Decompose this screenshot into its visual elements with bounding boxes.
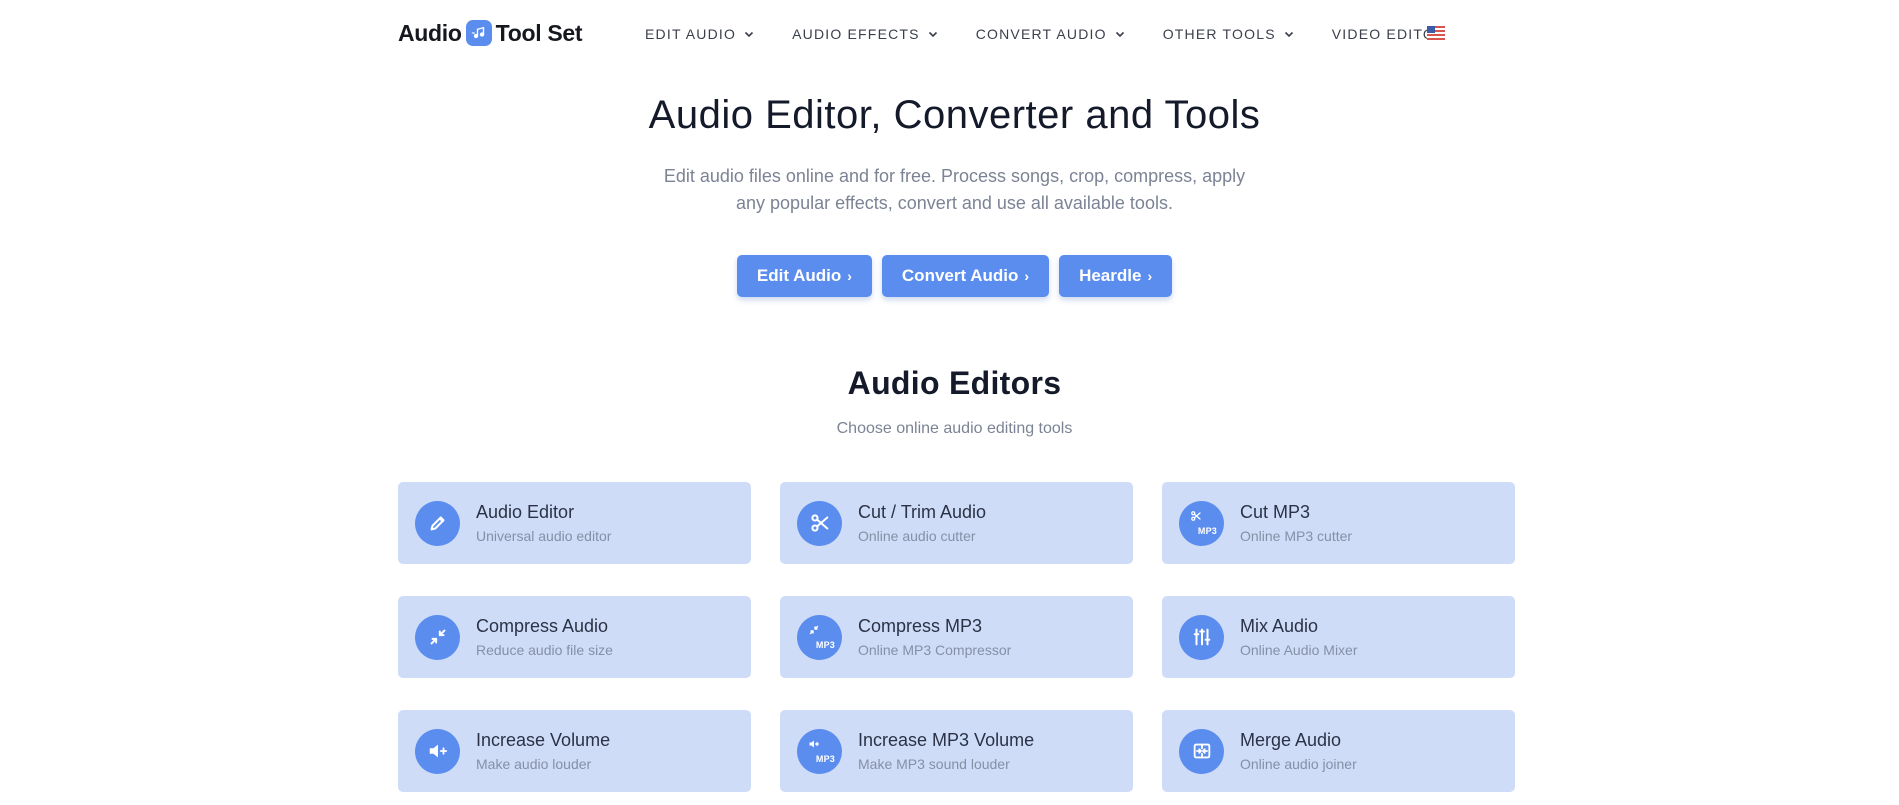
tool-title: Cut / Trim Audio bbox=[858, 502, 987, 522]
section-title: Audio Editors bbox=[847, 365, 1062, 401]
chevron-down-icon bbox=[745, 31, 754, 38]
tool-description: Online MP3 Compressor bbox=[858, 642, 1012, 658]
volume-plus-mp3-icon: MP3 bbox=[797, 728, 842, 774]
tool-card-increase-mp3-volume[interactable]: MP3 Increase MP3 Volume Make MP3 sound l… bbox=[780, 710, 1133, 792]
tool-description: Online Audio Mixer bbox=[1240, 642, 1358, 658]
tool-title: Mix Audio bbox=[1240, 616, 1319, 636]
main-nav: EDIT AUDIO AUDIO EFFECTS CONVERT AUDIO O… bbox=[645, 22, 1483, 46]
tool-card-compress-mp3[interactable]: MP3 Compress MP3 Online MP3 Compressor bbox=[780, 596, 1133, 678]
tool-description: Online audio joiner bbox=[1240, 756, 1357, 772]
convert-audio-button[interactable]: Convert Audio › bbox=[881, 255, 1050, 297]
us-flag-icon[interactable] bbox=[1427, 26, 1445, 40]
chevron-right-icon: › bbox=[847, 268, 852, 284]
tool-description: Make audio louder bbox=[476, 756, 592, 772]
scissors-mp3-icon: MP3 bbox=[1179, 500, 1224, 546]
merge-icon bbox=[1179, 728, 1224, 774]
site-logo[interactable]: Audio Tool Set bbox=[398, 18, 583, 48]
tool-title: Compress Audio bbox=[476, 616, 609, 636]
tool-card-mix-audio[interactable]: Mix Audio Online Audio Mixer bbox=[1162, 596, 1515, 678]
hero-buttons: Edit Audio › Convert Audio › Heardle › bbox=[0, 255, 1899, 297]
mp3-badge: MP3 bbox=[1197, 525, 1217, 536]
nav-audio-effects[interactable]: AUDIO EFFECTS bbox=[792, 26, 939, 42]
hero-subtitle: Edit audio files online and for free. Pr… bbox=[0, 163, 1899, 217]
tool-title: Increase Volume bbox=[476, 730, 611, 750]
button-label: Edit Audio bbox=[756, 266, 842, 285]
button-label: Convert Audio bbox=[901, 266, 1019, 285]
sliders-icon bbox=[1179, 614, 1224, 660]
tool-title: Cut MP3 bbox=[1240, 502, 1311, 522]
compress-mp3-icon: MP3 bbox=[797, 614, 842, 660]
button-label: Heardle bbox=[1079, 266, 1142, 285]
hero-subtitle-line: any popular effects, convert and use all… bbox=[736, 193, 1173, 213]
tool-description: Make MP3 sound louder bbox=[858, 756, 1010, 772]
tool-description: Online audio cutter bbox=[858, 528, 976, 544]
music-note-logo-icon bbox=[465, 20, 492, 46]
edit-audio-button[interactable]: Edit Audio › bbox=[736, 255, 872, 297]
volume-plus-icon bbox=[415, 728, 460, 774]
site-header: Audio Tool Set EDIT AUDIO AUDIO EFFECTS … bbox=[0, 0, 1899, 66]
tool-card-compress-audio[interactable]: Compress Audio Reduce audio file size bbox=[398, 596, 751, 678]
tool-card-cut-trim-audio[interactable]: Cut / Trim Audio Online audio cutter bbox=[780, 482, 1133, 564]
logo-text-left: Audio bbox=[398, 19, 462, 46]
mp3-badge: MP3 bbox=[815, 639, 835, 650]
nav-edit-audio[interactable]: EDIT AUDIO bbox=[645, 26, 755, 42]
tool-title: Merge Audio bbox=[1240, 730, 1342, 750]
nav-convert-audio[interactable]: CONVERT AUDIO bbox=[976, 26, 1126, 42]
scissors-icon bbox=[797, 500, 842, 546]
chevron-down-icon bbox=[1115, 31, 1124, 38]
hero-subtitle-line: Edit audio files online and for free. Pr… bbox=[663, 166, 1246, 186]
nav-label: EDIT AUDIO bbox=[645, 26, 737, 42]
tool-card-increase-volume[interactable]: Increase Volume Make audio louder bbox=[398, 710, 751, 792]
tool-title: Audio Editor bbox=[476, 502, 575, 522]
tool-title: Increase MP3 Volume bbox=[858, 730, 1035, 750]
compress-icon bbox=[415, 614, 460, 660]
tool-card-cut-mp3[interactable]: MP3 Cut MP3 Online MP3 cutter bbox=[1162, 482, 1515, 564]
logo-text-right: Tool Set bbox=[495, 19, 583, 46]
tool-description: Online MP3 cutter bbox=[1240, 528, 1353, 544]
tool-description: Universal audio editor bbox=[476, 528, 612, 544]
nav-label: OTHER TOOLS bbox=[1162, 26, 1276, 42]
heardle-button[interactable]: Heardle › bbox=[1059, 255, 1173, 297]
tool-card-merge-audio[interactable]: Merge Audio Online audio joiner bbox=[1162, 710, 1515, 792]
mp3-badge: MP3 bbox=[815, 753, 835, 764]
tool-card-audio-editor[interactable]: Audio Editor Universal audio editor bbox=[398, 482, 751, 564]
chevron-right-icon: › bbox=[1147, 268, 1153, 284]
nav-label: CONVERT AUDIO bbox=[975, 26, 1107, 42]
chevron-down-icon bbox=[1284, 31, 1293, 38]
page-title: Audio Editor, Converter and Tools bbox=[648, 93, 1261, 137]
tool-description: Reduce audio file size bbox=[476, 642, 613, 658]
section-subtitle: Choose online audio editing tools bbox=[836, 420, 1073, 437]
nav-label: AUDIO EFFECTS bbox=[792, 26, 920, 42]
tool-title: Compress MP3 bbox=[858, 616, 983, 636]
chevron-right-icon: › bbox=[1024, 268, 1030, 284]
chevron-down-icon bbox=[928, 31, 937, 38]
tools-grid: Audio Editor Universal audio editor Cut … bbox=[398, 482, 1516, 792]
nav-other-tools[interactable]: OTHER TOOLS bbox=[1163, 26, 1295, 42]
pencil-icon bbox=[415, 500, 460, 546]
